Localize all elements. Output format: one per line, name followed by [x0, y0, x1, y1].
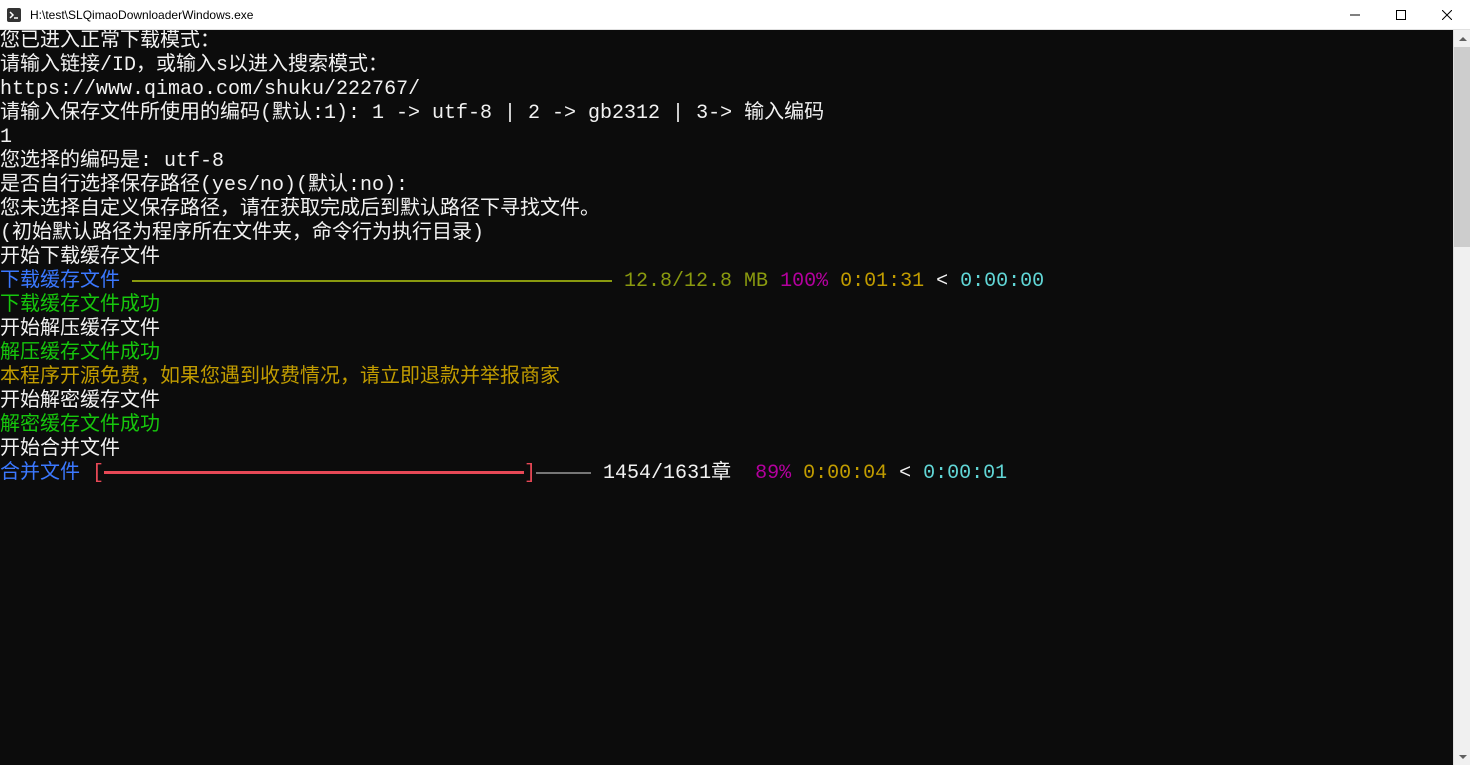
progress-elapsed: 0:01:31: [840, 270, 924, 293]
output-line: (初始默认路径为程序所在文件夹，命令行为执行目录): [0, 222, 484, 245]
output-line: 解密缓存文件成功: [0, 414, 160, 437]
output-line: 您选择的编码是: utf-8: [0, 150, 224, 173]
output-line: 您已进入正常下载模式：: [0, 30, 220, 53]
scrollbar-thumb[interactable]: [1454, 47, 1470, 247]
terminal-output[interactable]: 您已进入正常下载模式： 请输入链接/ID，或输入s以进入搜索模式： https:…: [0, 30, 1453, 765]
output-line: 1: [0, 126, 12, 149]
titlebar[interactable]: H:\test\SLQimaoDownloaderWindows.exe: [0, 0, 1470, 30]
maximize-button[interactable]: [1378, 0, 1424, 30]
bracket-icon: [: [92, 462, 104, 485]
window-content: 您已进入正常下载模式： 请输入链接/ID，或输入s以进入搜索模式： https:…: [0, 30, 1470, 765]
progress-count: 1454/1631章: [591, 462, 743, 485]
progress-bar-empty: [536, 472, 591, 474]
progress-percent: 100%: [780, 270, 828, 293]
progress-remaining: 0:00:00: [960, 270, 1044, 293]
progress-size: 12.8/12.8 MB: [624, 270, 768, 293]
scroll-up-arrow-icon[interactable]: [1454, 30, 1470, 47]
output-line: 本程序开源免费，如果您遇到收费情况，请立即退款并举报商家: [0, 366, 560, 389]
progress-label: 合并文件: [0, 462, 92, 485]
minimize-button[interactable]: [1332, 0, 1378, 30]
output-line: 开始合并文件: [0, 438, 120, 461]
output-line: 是否自行选择保存路径(yes/no)(默认:no):: [0, 174, 408, 197]
progress-elapsed: 0:00:04: [791, 462, 887, 485]
progress-bar-fill: [104, 471, 524, 474]
window-controls: [1332, 0, 1470, 30]
output-line: 开始下载缓存文件: [0, 246, 160, 269]
app-icon: [6, 7, 22, 23]
output-line: 请输入链接/ID，或输入s以进入搜索模式：: [0, 54, 388, 77]
output-line: 解压缓存文件成功: [0, 342, 160, 365]
vertical-scrollbar[interactable]: [1453, 30, 1470, 765]
close-button[interactable]: [1424, 0, 1470, 30]
output-line: 请输入保存文件所使用的编码(默认:1): 1 -> utf-8 | 2 -> g…: [0, 102, 824, 125]
progress-percent: 89%: [743, 462, 791, 485]
console-window: H:\test\SLQimaoDownloaderWindows.exe 您已进…: [0, 0, 1470, 765]
window-title: H:\test\SLQimaoDownloaderWindows.exe: [28, 8, 1332, 22]
progress-remaining: 0:00:01: [923, 462, 1007, 485]
bracket-icon: ]: [524, 462, 536, 485]
output-line: 开始解压缓存文件: [0, 318, 160, 341]
output-line: https://www.qimao.com/shuku/222767/: [0, 78, 420, 101]
output-line: 下载缓存文件成功: [0, 294, 160, 317]
progress-label: 下载缓存文件: [0, 270, 132, 293]
progress-bar-fill: [132, 280, 612, 282]
progress-separator: <: [887, 462, 923, 485]
progress-separator: <: [924, 270, 960, 293]
output-line: 您未选择自定义保存路径，请在获取完成后到默认路径下寻找文件。: [0, 198, 600, 221]
scroll-down-arrow-icon[interactable]: [1454, 748, 1470, 765]
output-line: 开始解密缓存文件: [0, 390, 160, 413]
